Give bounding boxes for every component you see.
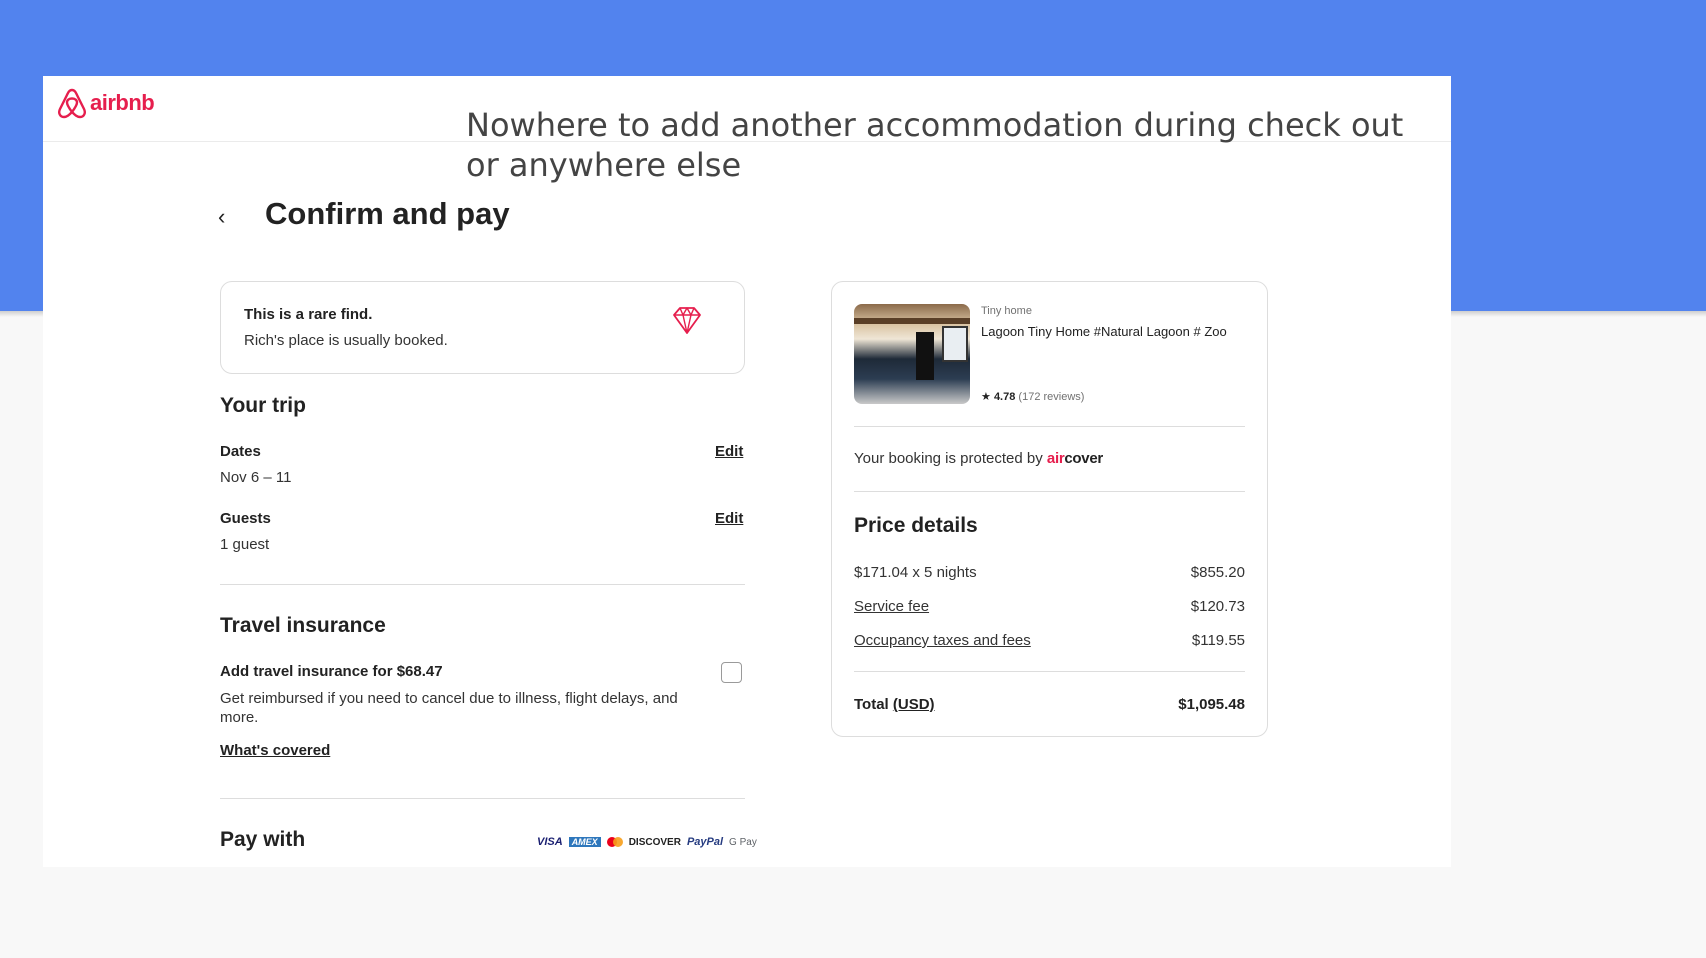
- your-trip-heading: Your trip: [220, 394, 306, 417]
- mastercard-icon: [606, 837, 623, 847]
- chevron-left-icon[interactable]: ‹: [218, 204, 225, 230]
- property-type: Tiny home: [981, 305, 1032, 317]
- guests-value: 1 guest: [220, 536, 270, 553]
- airbnb-checkout-screenshot: airbnb ‹ Confirm and pay This is a rare …: [43, 76, 1451, 867]
- pay-with-heading: Pay with: [220, 828, 306, 851]
- edit-guests-link[interactable]: Edit: [715, 510, 743, 527]
- nights-label: $171.04 x 5 nights: [854, 564, 977, 581]
- guests-label: Guests: [220, 510, 271, 527]
- occupancy-taxes-link[interactable]: Occupancy taxes and fees: [854, 632, 1031, 649]
- band-shadow: [1451, 311, 1706, 317]
- dates-value: Nov 6 – 11: [220, 469, 292, 486]
- rating-value: 4.78: [993, 391, 1016, 403]
- airbnb-belo-icon: [58, 88, 86, 119]
- insurance-description: Get reimbursed if you need to cancel due…: [220, 690, 678, 726]
- insurance-checkbox[interactable]: [721, 662, 742, 683]
- price-row-taxes: Occupancy taxes and fees $119.55: [854, 632, 1245, 649]
- rare-find-card: This is a rare find. Rich's place is usu…: [220, 281, 745, 374]
- whats-covered-link[interactable]: What's covered: [220, 742, 330, 759]
- total-label: Total (USD): [854, 696, 935, 713]
- price-row-nights: $171.04 x 5 nights $855.20: [854, 564, 1245, 581]
- payment-method-logos: VISA AMEX DISCOVER PayPal G Pay: [537, 836, 757, 848]
- google-pay-logo: G Pay: [729, 836, 757, 848]
- dates-label: Dates: [220, 443, 261, 460]
- aircover-logo: aircover: [1046, 450, 1103, 467]
- card-divider: [854, 671, 1245, 672]
- rare-find-subtitle: Rich's place is usually booked.: [244, 332, 448, 349]
- logo-text: airbnb: [90, 90, 155, 115]
- thumbnail-beam: [854, 318, 970, 324]
- service-fee-link[interactable]: Service fee: [854, 598, 929, 615]
- band-shadow-left: [0, 311, 43, 317]
- section-divider: [220, 798, 745, 799]
- thumbnail-fridge: [916, 332, 934, 380]
- aircover-protection: Your booking is protected by aircover: [854, 450, 1103, 467]
- paypal-logo: PayPal: [686, 836, 724, 848]
- diamond-icon: [673, 307, 701, 334]
- currency-link[interactable]: (USD): [893, 696, 935, 713]
- airbnb-logo[interactable]: airbnb: [57, 87, 155, 119]
- page-title: Confirm and pay: [265, 196, 510, 231]
- taxes-value: $119.55: [1191, 632, 1245, 649]
- card-divider: [854, 491, 1245, 492]
- service-fee-value: $120.73: [1190, 598, 1245, 615]
- travel-insurance-heading: Travel insurance: [220, 614, 386, 637]
- total-row: Total (USD) $1,095.48: [854, 696, 1245, 713]
- slide-annotation: Nowhere to add another accommodation dur…: [466, 106, 1404, 184]
- discover-logo: DISCOVER: [628, 836, 681, 848]
- total-value: $1,095.48: [1178, 696, 1245, 713]
- thumbnail-window: [942, 326, 968, 362]
- listing-thumbnail[interactable]: [854, 304, 970, 404]
- section-divider: [220, 584, 745, 585]
- protection-text: Your booking is protected by: [854, 450, 1043, 467]
- review-count: (172 reviews): [1018, 391, 1085, 403]
- nights-value: $855.20: [1190, 564, 1245, 581]
- amex-logo: AMEX: [568, 837, 601, 847]
- edit-dates-link[interactable]: Edit: [715, 443, 743, 460]
- property-name: Lagoon Tiny Home #Natural Lagoon # Zoo: [981, 324, 1227, 339]
- price-row-service-fee: Service fee $120.73: [854, 598, 1245, 615]
- rare-find-title: This is a rare find.: [244, 306, 373, 323]
- listing-rating: ★ 4.78 (172 reviews): [981, 390, 1084, 403]
- card-divider: [854, 426, 1245, 427]
- insurance-title: Add travel insurance for $68.47: [220, 663, 443, 680]
- booking-summary-card: Tiny home Lagoon Tiny Home #Natural Lago…: [831, 281, 1268, 737]
- visa-logo: VISA: [537, 836, 563, 848]
- star-icon: ★: [981, 391, 991, 403]
- price-details-heading: Price details: [854, 514, 978, 537]
